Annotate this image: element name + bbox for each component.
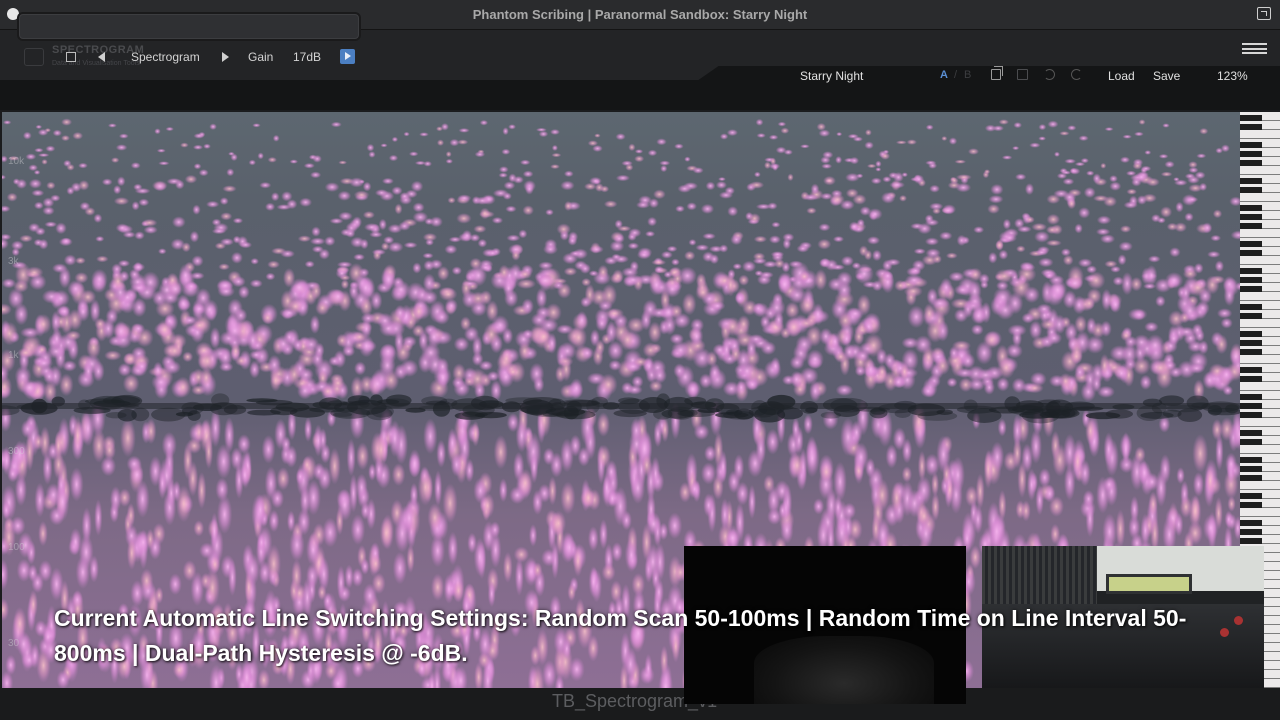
piano-black-key[interactable]: [1240, 187, 1262, 193]
piano-black-key[interactable]: [1240, 268, 1262, 274]
freq-label: 100: [8, 542, 25, 553]
piano-black-key[interactable]: [1240, 277, 1262, 283]
piano-black-key[interactable]: [1240, 205, 1262, 211]
freq-label: 300: [8, 446, 25, 457]
device-lcd-screen: [1106, 574, 1192, 594]
paste-icon[interactable]: [1017, 69, 1028, 80]
piano-black-key[interactable]: [1240, 367, 1262, 373]
piano-black-key[interactable]: [1240, 115, 1262, 121]
compare-a-button[interactable]: A: [940, 69, 948, 81]
piano-black-key[interactable]: [1240, 142, 1262, 148]
view-mode-label[interactable]: Spectrogram: [131, 50, 200, 64]
piano-black-key[interactable]: [1240, 538, 1262, 544]
piano-black-key[interactable]: [1240, 529, 1262, 535]
compare-separator: /: [954, 69, 958, 81]
undo-icon[interactable]: [1044, 69, 1055, 80]
fullscreen-icon[interactable]: [1257, 7, 1271, 20]
compare-b-button[interactable]: B: [964, 69, 971, 81]
equipment-rack: [982, 546, 1097, 606]
save-button[interactable]: Save: [1153, 69, 1180, 83]
piano-black-key[interactable]: [1240, 124, 1262, 130]
piano-black-key[interactable]: [1240, 304, 1262, 310]
piano-black-key[interactable]: [1240, 412, 1262, 418]
piano-black-key[interactable]: [1240, 151, 1262, 157]
piano-black-key[interactable]: [1240, 286, 1262, 292]
play-button[interactable]: [340, 49, 355, 64]
piano-black-key[interactable]: [1240, 250, 1262, 256]
piano-black-key[interactable]: [1240, 394, 1262, 400]
piano-black-key[interactable]: [1240, 403, 1262, 409]
gain-value[interactable]: 17dB: [293, 50, 321, 64]
device-knob: [1234, 616, 1243, 625]
next-view-button[interactable]: [222, 52, 229, 62]
freq-label: 3k: [8, 256, 19, 267]
piano-black-key[interactable]: [1240, 340, 1262, 346]
piano-black-key[interactable]: [1240, 313, 1262, 319]
view-control-bar: [19, 14, 359, 39]
freq-label: 10k: [8, 156, 25, 167]
piano-black-key[interactable]: [1240, 466, 1262, 472]
preset-name[interactable]: Starry Night: [800, 69, 863, 83]
piano-black-key[interactable]: [1240, 493, 1262, 499]
piano-black-key[interactable]: [1240, 502, 1262, 508]
piano-black-key[interactable]: [1240, 430, 1262, 436]
logo-icon: [24, 48, 44, 66]
piano-black-key[interactable]: [1240, 160, 1262, 166]
plugin-toolbar: [0, 30, 1280, 110]
freq-label: 1k: [8, 350, 19, 361]
zoom-level[interactable]: 123%: [1217, 69, 1248, 83]
piano-black-key[interactable]: [1240, 457, 1262, 463]
piano-black-key[interactable]: [1240, 241, 1262, 247]
piano-black-key[interactable]: [1240, 439, 1262, 445]
redo-icon[interactable]: [1071, 69, 1082, 80]
piano-black-key[interactable]: [1240, 349, 1262, 355]
copy-icon[interactable]: [991, 66, 1003, 80]
piano-black-key[interactable]: [1240, 223, 1262, 229]
piano-black-key[interactable]: [1240, 331, 1262, 337]
piano-black-key[interactable]: [1240, 475, 1262, 481]
piano-black-key[interactable]: [1240, 214, 1262, 220]
load-button[interactable]: Load: [1108, 69, 1135, 83]
piano-black-key[interactable]: [1240, 376, 1262, 382]
hamburger-menu-icon[interactable]: [1242, 43, 1267, 54]
piano-black-key[interactable]: [1240, 520, 1262, 526]
caption-overlay: Current Automatic Line Switching Setting…: [54, 605, 1187, 666]
gain-label: Gain: [248, 50, 274, 64]
previous-view-button[interactable]: [98, 52, 105, 62]
freq-label: 30: [8, 638, 20, 649]
piano-black-key[interactable]: [1240, 178, 1262, 184]
crop-icon[interactable]: [66, 52, 76, 62]
